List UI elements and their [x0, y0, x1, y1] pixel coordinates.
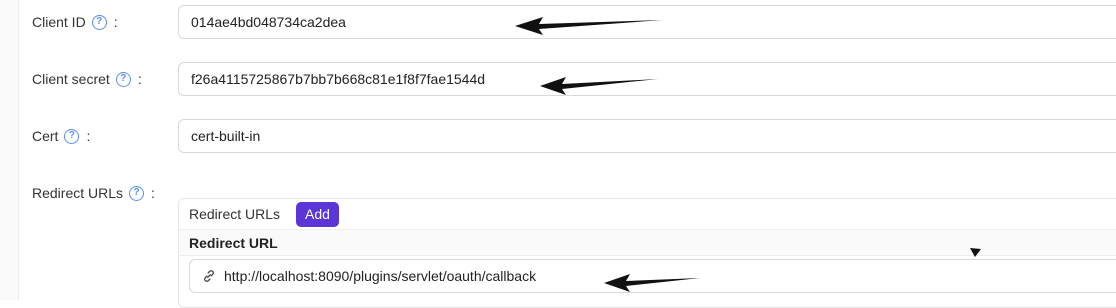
redirect-urls-title: Redirect URLs	[189, 206, 281, 222]
mouse-cursor-icon	[970, 248, 981, 257]
cert-label: Cert ? :	[32, 128, 91, 144]
client-id-label: Client ID ? :	[32, 14, 118, 30]
redirect-urls-header: Redirect URLs Add	[179, 199, 1116, 229]
question-circle-icon[interactable]: ?	[129, 185, 145, 201]
add-button[interactable]: Add	[296, 201, 339, 227]
arrow-left-icon	[604, 274, 700, 292]
question-circle-icon[interactable]: ?	[64, 128, 80, 144]
left-gutter	[0, 0, 19, 300]
arrow-left-icon	[540, 77, 658, 95]
client-secret-label: Client secret ? :	[32, 71, 142, 87]
arrow-left-icon	[515, 17, 663, 35]
link-icon	[204, 270, 214, 282]
redirect-urls-label: Redirect URLs ? :	[32, 185, 155, 201]
question-circle-icon[interactable]: ?	[115, 71, 131, 87]
question-circle-icon[interactable]: ?	[91, 14, 107, 30]
cert-input[interactable]: cert-built-in	[178, 119, 1116, 153]
